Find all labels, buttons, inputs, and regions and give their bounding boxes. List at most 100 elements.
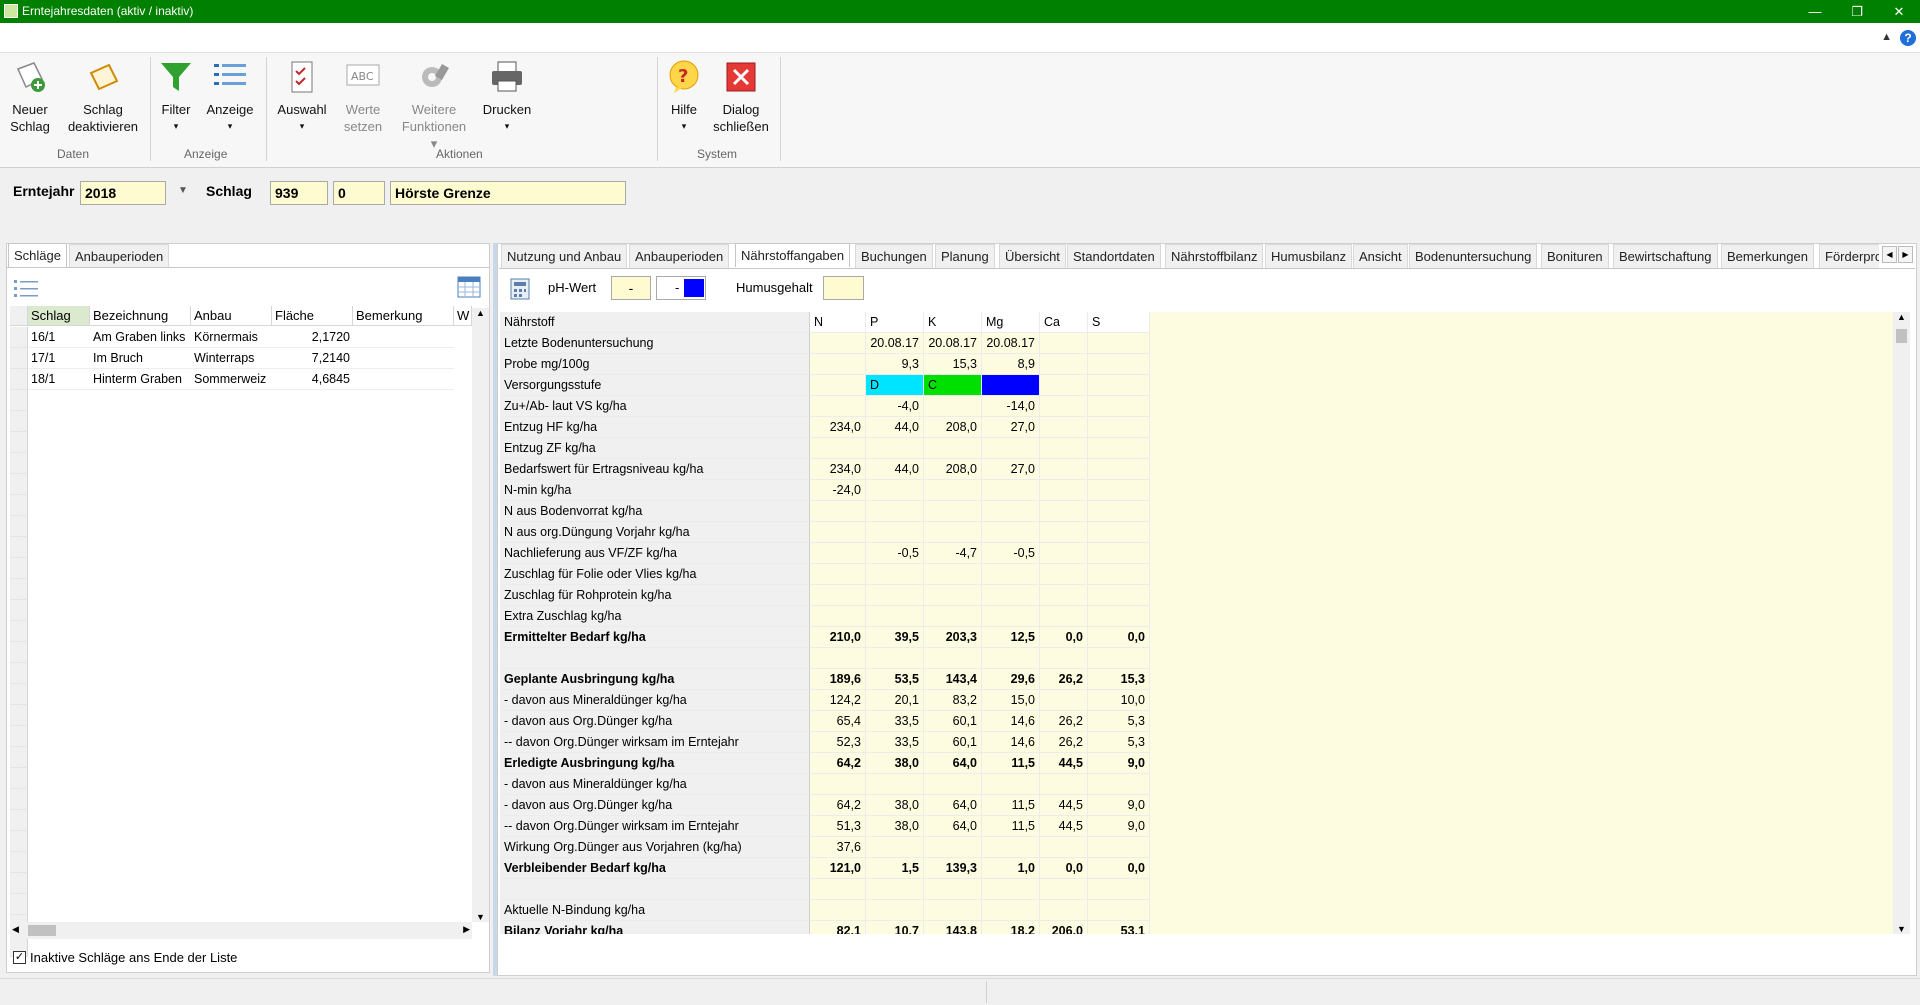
row-header[interactable] [10,621,28,642]
grid-cell[interactable] [1040,774,1088,795]
grid-cell[interactable]: 5,3 [1088,732,1150,753]
row-header[interactable] [10,642,28,663]
grid-cell[interactable] [924,522,982,543]
tab-detail-10[interactable]: Bodenuntersuchung [1409,244,1538,268]
grid-cell[interactable] [1088,438,1150,459]
grid-cell[interactable] [982,501,1040,522]
grid-cell[interactable]: 64,2 [810,753,866,774]
grid-cell[interactable] [810,774,866,795]
grid-cell[interactable]: 143,4 [924,669,982,690]
row-header[interactable] [10,873,28,894]
selection-button[interactable]: Auswahl ▾ [274,59,330,135]
grid-cell[interactable] [866,606,924,627]
grid-cell[interactable]: 26,2 [1040,711,1088,732]
grid-cell[interactable] [982,522,1040,543]
grid-cell[interactable] [982,564,1040,585]
grid-cell[interactable] [1040,480,1088,501]
grid-cell[interactable] [1040,900,1088,921]
grid-cell[interactable] [1040,585,1088,606]
minimize-icon[interactable]: — [1794,0,1836,23]
grid-cell[interactable] [924,438,982,459]
tab-detail-2[interactable]: Nährstoffangaben [735,243,851,267]
grid-cell[interactable] [810,501,866,522]
grid-cell[interactable]: 210,0 [810,627,866,648]
grid-cell[interactable]: 10,7 [866,921,924,934]
grid-cell[interactable] [866,900,924,921]
grid-cell[interactable] [982,900,1040,921]
grid-cell[interactable]: 44,5 [1040,795,1088,816]
grid-cell[interactable]: 29,6 [982,669,1040,690]
grid-cell[interactable] [982,438,1040,459]
grid-cell[interactable] [1040,438,1088,459]
row-header[interactable] [10,474,28,495]
tab-detail-0[interactable]: Nutzung und Anbau [501,244,628,268]
harvest-year-input[interactable]: 2018 [80,181,166,205]
grid-cell[interactable] [810,375,866,396]
grid-cell[interactable]: 44,5 [1040,816,1088,837]
table-row[interactable]: 17/1 Im Bruch Winterraps 7,2140 [10,348,472,369]
grid-cell[interactable]: 51,3 [810,816,866,837]
grid-cell[interactable] [1040,606,1088,627]
grid-cell[interactable] [1088,333,1150,354]
grid-cell[interactable]: 234,0 [810,417,866,438]
grid-cell[interactable] [1088,837,1150,858]
grid-cell[interactable] [982,879,1040,900]
deactivate-field-button[interactable]: Schlag deaktivieren [64,59,142,135]
grid-cell[interactable]: 20,1 [866,690,924,711]
tab-detail-13[interactable]: Bemerkungen [1721,244,1814,268]
grid-cell[interactable] [982,648,1040,669]
grid-cell[interactable]: 15,3 [1088,669,1150,690]
filter-button[interactable]: Filter ▾ [156,59,196,135]
table-row[interactable]: 16/1 Am Graben links Körnermais 2,1720 [10,327,472,348]
row-header[interactable] [10,768,28,789]
more-functions-button[interactable]: Weitere Funktionen ▾ [398,59,470,152]
grid-cell[interactable] [1088,648,1150,669]
grid-cell[interactable] [866,648,924,669]
grid-cell[interactable] [924,396,982,417]
field-list-vscroll[interactable]: ▲ ▼ [472,308,489,922]
grid-cell[interactable] [982,480,1040,501]
field-name-input[interactable]: Hörste Grenze [390,181,626,205]
grid-cell[interactable]: 39,5 [866,627,924,648]
grid-cell[interactable] [982,606,1040,627]
grid-cell[interactable] [810,648,866,669]
tab-fields[interactable]: Schläge [8,243,67,267]
grid-cell[interactable] [1040,459,1088,480]
grid-cell[interactable] [1088,354,1150,375]
grid-col-header-nutrient[interactable]: Nährstoff [500,312,810,333]
grid-cell[interactable] [866,438,924,459]
grid-cell[interactable]: 26,2 [1040,669,1088,690]
grid-cell[interactable]: 44,5 [1040,753,1088,774]
grid-cell[interactable] [924,564,982,585]
row-header[interactable] [10,726,28,747]
col-header-field[interactable]: Schlag [28,306,90,326]
grid-cell[interactable] [1088,585,1150,606]
set-values-button[interactable]: ABC Werte setzen [340,59,386,135]
grid-cell[interactable] [1088,501,1150,522]
tab-scroll-left-icon[interactable]: ◀ [1882,246,1897,263]
display-button[interactable]: Anzeige ▾ [204,59,256,135]
grid-cell[interactable]: 20.08.17 [982,333,1040,354]
grid-cell[interactable]: 83,2 [924,690,982,711]
grid-cell[interactable]: 15,3 [924,354,982,375]
grid-col-header[interactable]: Mg [982,312,1040,333]
grid-cell[interactable] [924,837,982,858]
grid-col-header[interactable]: P [866,312,924,333]
grid-cell[interactable]: 8,9 [982,354,1040,375]
row-header[interactable] [10,894,28,915]
grid-cell[interactable]: 9,0 [1088,753,1150,774]
grid-cell[interactable]: 143,8 [924,921,982,934]
grid-cell[interactable] [1040,522,1088,543]
grid-cell[interactable]: 64,0 [924,753,982,774]
grid-cell[interactable] [1088,606,1150,627]
grid-cell[interactable]: 11,5 [982,795,1040,816]
harvest-year-dropdown-icon[interactable]: ▼ [178,185,188,196]
row-header[interactable] [10,516,28,537]
grid-cell[interactable] [1088,900,1150,921]
tab-detail-11[interactable]: Bonituren [1541,244,1609,268]
ph-input[interactable]: - [611,276,651,300]
grid-cell[interactable] [810,585,866,606]
grid-cell[interactable]: -24,0 [810,480,866,501]
tab-scroll-right-icon[interactable]: ▶ [1898,246,1913,263]
grid-cell[interactable]: 1,0 [982,858,1040,879]
